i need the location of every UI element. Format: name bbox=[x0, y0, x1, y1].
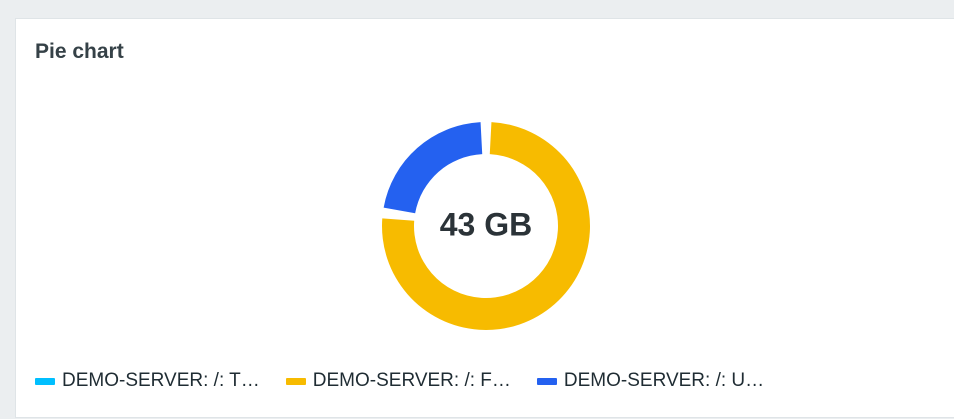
pie-slice-2[interactable] bbox=[383, 122, 483, 214]
pie-chart-widget: Pie chart 43 GB DEMO-SERVER: /: T… DEMO-S… bbox=[15, 18, 954, 418]
legend-label: DEMO-SERVER: /: U… bbox=[563, 370, 765, 391]
chart-center-label: 43 GB bbox=[440, 206, 532, 242]
legend-label: DEMO-SERVER: /: F… bbox=[312, 370, 511, 391]
legend-item-2[interactable]: DEMO-SERVER: /: U… bbox=[536, 370, 765, 392]
legend-swatch bbox=[536, 377, 557, 385]
chart-legend: DEMO-SERVER: /: T… DEMO-SERVER: /: F… DEMO… bbox=[35, 370, 790, 392]
legend-label: DEMO-SERVER: /: T… bbox=[62, 370, 260, 391]
legend-swatch bbox=[35, 377, 55, 385]
doughnut-chart: 43 GB bbox=[382, 122, 590, 331]
legend-item-0[interactable]: DEMO-SERVER: /: T… bbox=[35, 370, 260, 392]
legend-swatch bbox=[285, 377, 306, 385]
legend-item-1[interactable]: DEMO-SERVER: /: F… bbox=[285, 370, 511, 392]
